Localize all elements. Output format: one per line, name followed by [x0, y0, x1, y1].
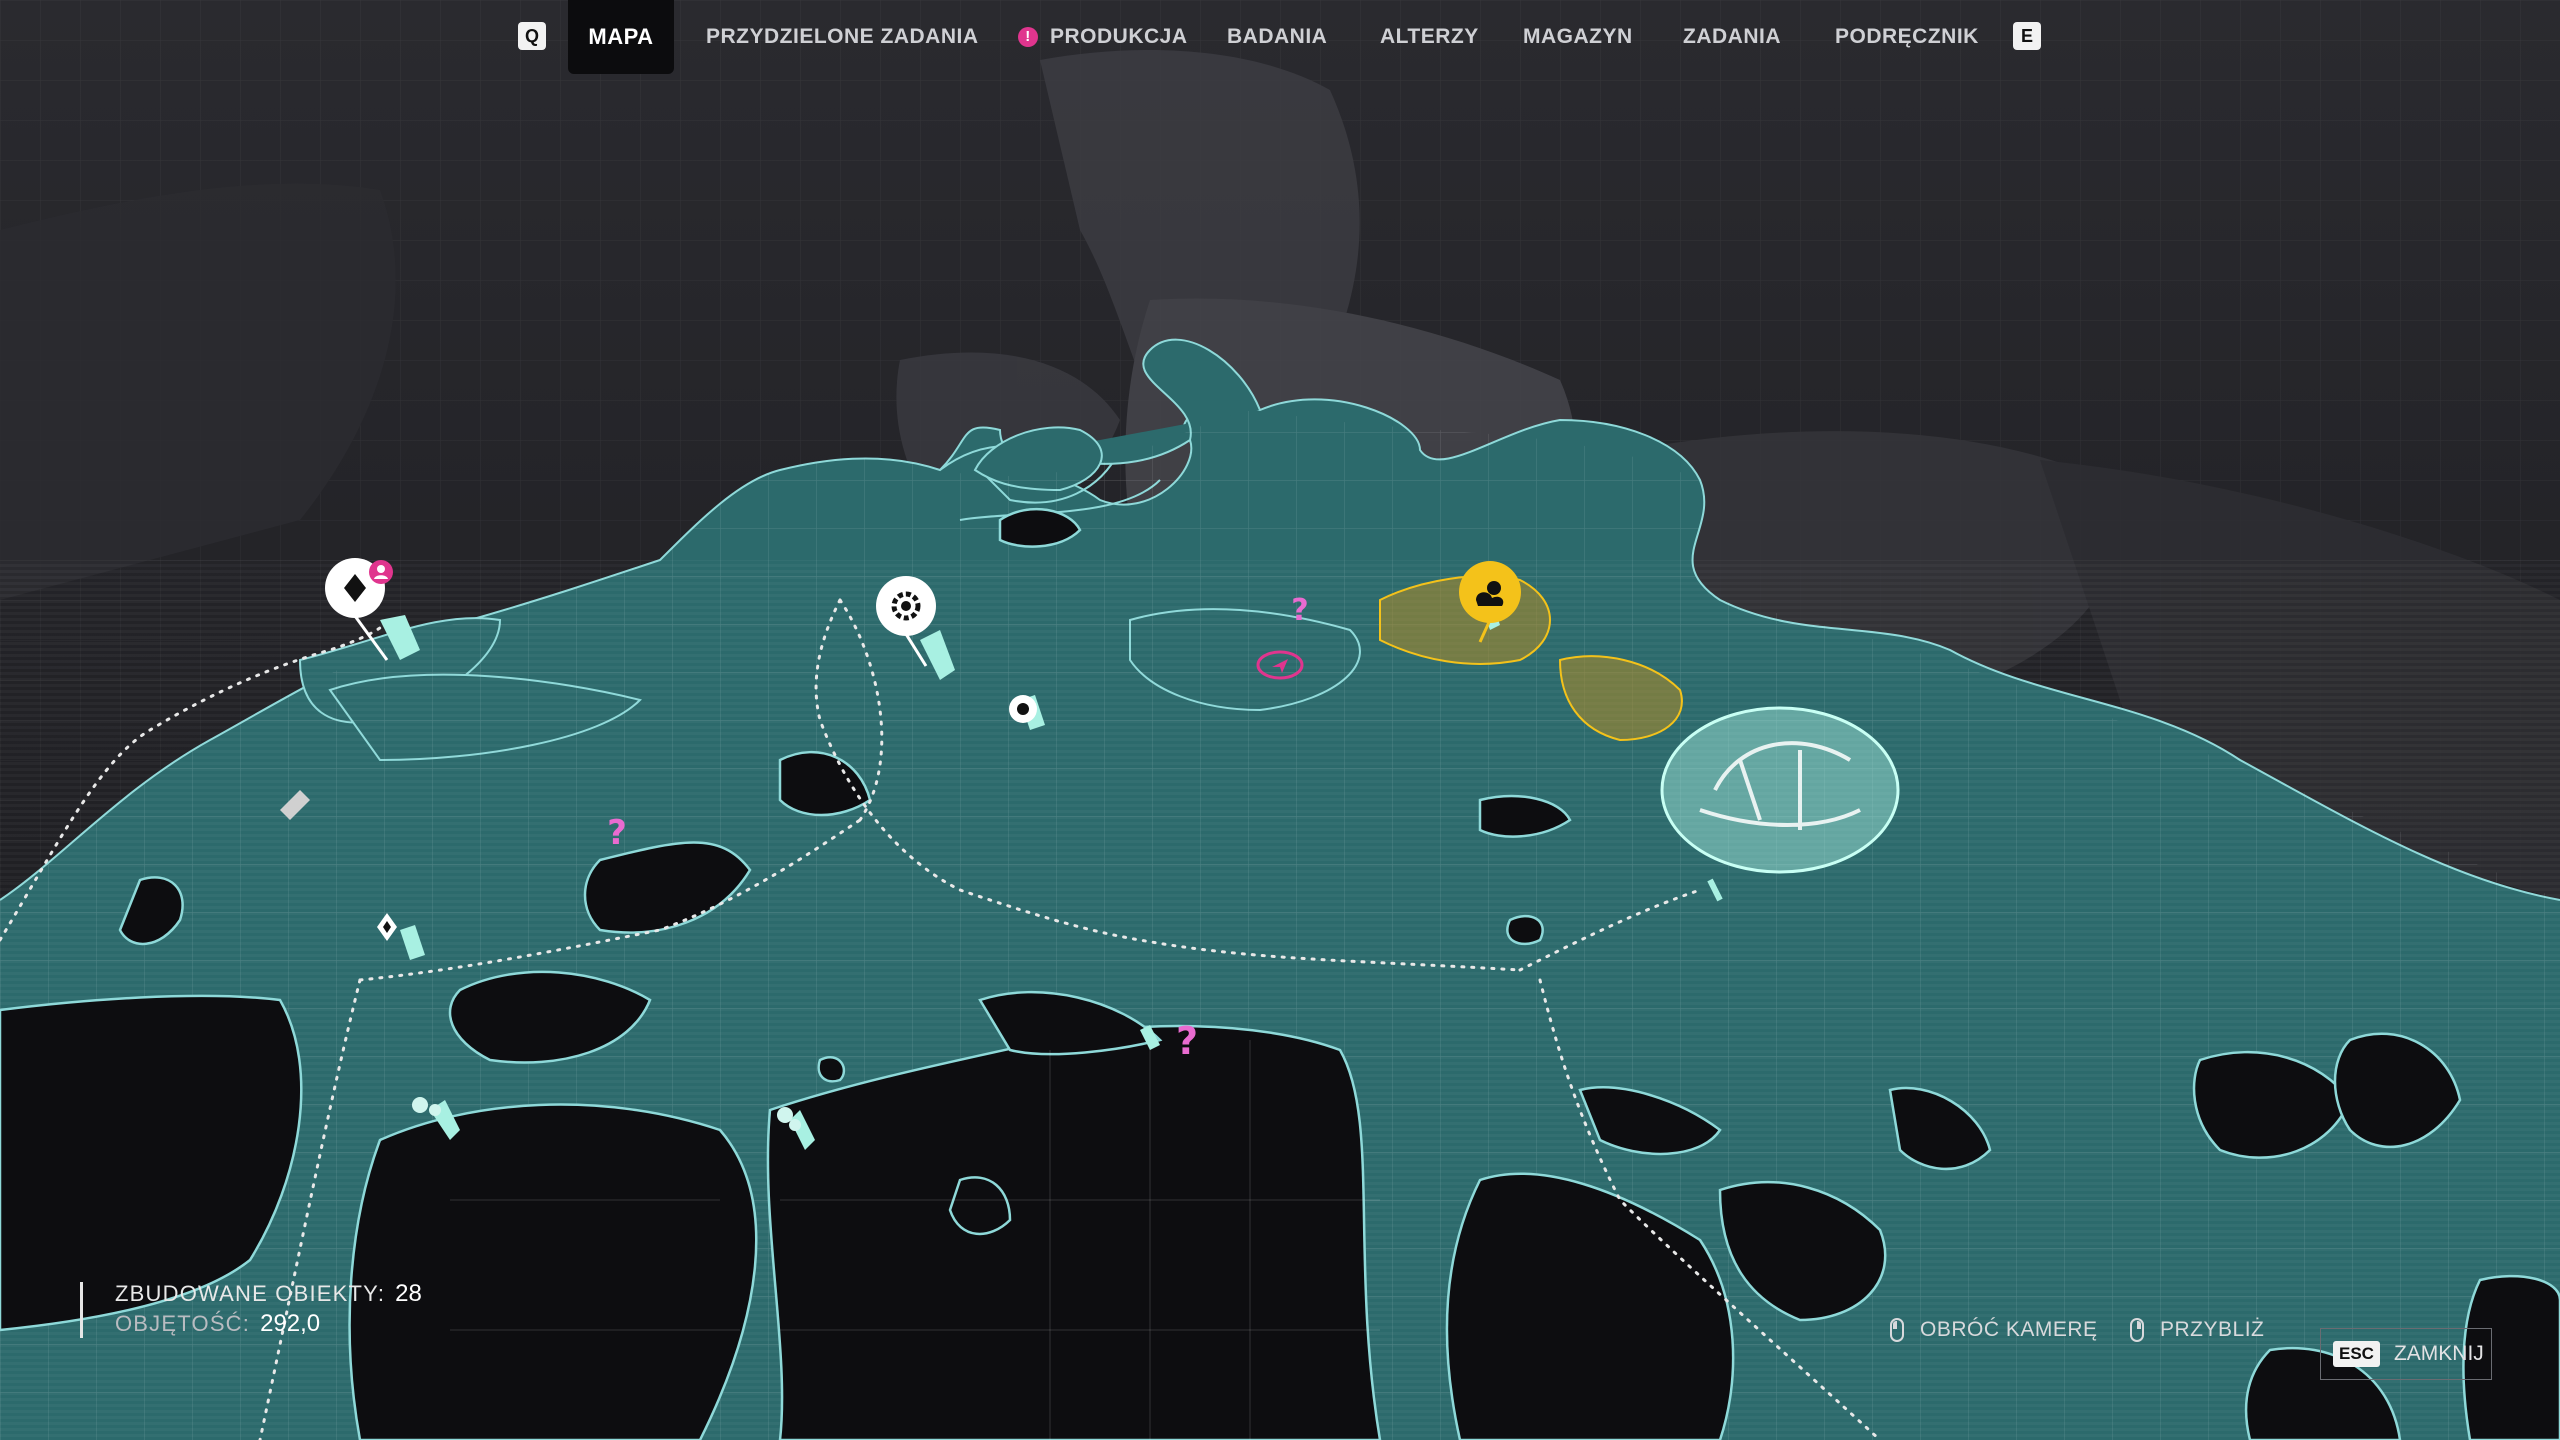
stats-divider [80, 1282, 83, 1338]
top-nav: Q MAPA PRZYDZIELONE ZADANIA ! PRODUKCJA … [0, 0, 2560, 80]
map-view[interactable]: ? ? ? [0, 0, 2560, 1440]
tab-produkcja[interactable]: ! PRODUKCJA [1018, 0, 1188, 74]
tab-label: ZADANIA [1683, 25, 1781, 48]
tab-podrecznik[interactable]: PODRĘCZNIK [1835, 0, 1979, 74]
tab-label: MAGAZYN [1523, 25, 1633, 48]
hint-label: PRZYBLIŻ [2160, 1318, 2265, 1341]
tab-alterzy[interactable]: ALTERZY [1380, 0, 1479, 74]
prev-tab-key[interactable]: Q [518, 22, 546, 50]
close-button[interactable]: ESC ZAMKNIJ [2320, 1328, 2492, 1380]
stat-label: OBJĘTOŚĆ: [115, 1311, 251, 1336]
tab-label: PRZYDZIELONE ZADANIA [706, 25, 979, 48]
tab-label: ALTERZY [1380, 25, 1479, 48]
tab-zadania[interactable]: ZADANIA [1683, 0, 1781, 74]
hint-label: OBRÓĆ KAMERĘ [1920, 1318, 2098, 1341]
hint-rotate-camera: OBRÓĆ KAMERĘ [1890, 1318, 2098, 1342]
gear-icon [1009, 695, 1037, 723]
esc-key: ESC [2333, 1341, 2380, 1367]
stat-value: 292,0 [260, 1310, 321, 1337]
tab-label: PODRĘCZNIK [1835, 25, 1979, 48]
alert-icon: ! [1018, 27, 1038, 47]
next-tab-key[interactable]: E [2013, 22, 2041, 50]
svg-text:?: ? [1176, 1019, 1198, 1063]
tab-label: MAPA [588, 24, 654, 49]
mouse-right-icon [2130, 1318, 2144, 1342]
close-label: ZAMKNIJ [2393, 1342, 2484, 1365]
svg-text:?: ? [607, 813, 627, 853]
stat-built-objects: ZBUDOWANE OBIEKTY: 28 [115, 1280, 422, 1308]
svg-text:?: ? [1291, 593, 1308, 628]
tab-magazyn[interactable]: MAGAZYN [1523, 0, 1633, 74]
stat-value: 28 [395, 1280, 422, 1307]
tab-label: PRODUKCJA [1050, 25, 1188, 48]
tab-label: BADANIA [1227, 25, 1328, 48]
hint-zoom: PRZYBLIŻ [2130, 1318, 2264, 1342]
tab-przydzielone-zadania[interactable]: PRZYDZIELONE ZADANIA [706, 0, 979, 74]
mouse-left-icon [1890, 1318, 1904, 1342]
tab-mapa[interactable]: MAPA [568, 0, 674, 74]
stat-label: ZBUDOWANE OBIEKTY: [115, 1281, 386, 1306]
tab-badania[interactable]: BADANIA [1227, 0, 1327, 74]
stat-volume: OBJĘTOŚĆ: 292,0 [115, 1310, 320, 1338]
